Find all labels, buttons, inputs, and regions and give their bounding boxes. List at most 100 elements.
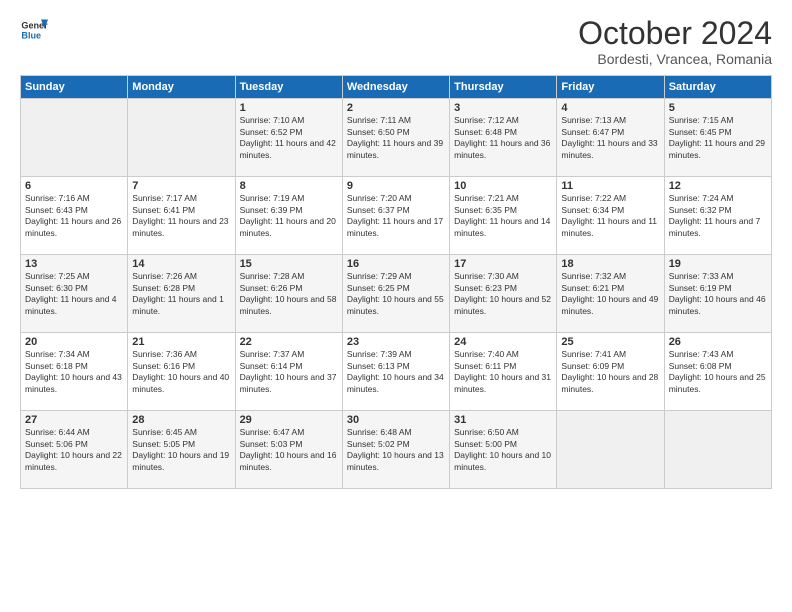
day-number: 21: [132, 336, 230, 348]
logo-icon: General Blue: [20, 16, 48, 44]
dow-header: Tuesday: [235, 76, 342, 99]
calendar-cell: [664, 411, 771, 489]
cell-content: Sunrise: 7:17 AMSunset: 6:41 PMDaylight:…: [132, 193, 230, 239]
cell-content: Sunrise: 7:36 AMSunset: 6:16 PMDaylight:…: [132, 349, 230, 395]
calendar-cell: 17Sunrise: 7:30 AMSunset: 6:23 PMDayligh…: [450, 255, 557, 333]
calendar-cell: 29Sunrise: 6:47 AMSunset: 5:03 PMDayligh…: [235, 411, 342, 489]
calendar-cell: 7Sunrise: 7:17 AMSunset: 6:41 PMDaylight…: [128, 177, 235, 255]
calendar-cell: 13Sunrise: 7:25 AMSunset: 6:30 PMDayligh…: [21, 255, 128, 333]
day-number: 14: [132, 258, 230, 270]
cell-content: Sunrise: 7:15 AMSunset: 6:45 PMDaylight:…: [669, 115, 767, 161]
dow-header: Monday: [128, 76, 235, 99]
cell-content: Sunrise: 6:47 AMSunset: 5:03 PMDaylight:…: [240, 427, 338, 473]
dow-header: Wednesday: [342, 76, 449, 99]
day-number: 29: [240, 414, 338, 426]
day-number: 11: [561, 180, 659, 192]
dow-header: Friday: [557, 76, 664, 99]
cell-content: Sunrise: 7:10 AMSunset: 6:52 PMDaylight:…: [240, 115, 338, 161]
calendar-cell: 20Sunrise: 7:34 AMSunset: 6:18 PMDayligh…: [21, 333, 128, 411]
cell-content: Sunrise: 7:20 AMSunset: 6:37 PMDaylight:…: [347, 193, 445, 239]
location: Bordesti, Vrancea, Romania: [578, 51, 772, 67]
day-number: 31: [454, 414, 552, 426]
day-number: 3: [454, 102, 552, 114]
day-number: 20: [25, 336, 123, 348]
calendar-cell: 23Sunrise: 7:39 AMSunset: 6:13 PMDayligh…: [342, 333, 449, 411]
cell-content: Sunrise: 7:19 AMSunset: 6:39 PMDaylight:…: [240, 193, 338, 239]
cell-content: Sunrise: 7:11 AMSunset: 6:50 PMDaylight:…: [347, 115, 445, 161]
cell-content: Sunrise: 7:25 AMSunset: 6:30 PMDaylight:…: [25, 271, 123, 317]
calendar-cell: 10Sunrise: 7:21 AMSunset: 6:35 PMDayligh…: [450, 177, 557, 255]
logo: General Blue General Blue: [20, 16, 48, 44]
cell-content: Sunrise: 7:21 AMSunset: 6:35 PMDaylight:…: [454, 193, 552, 239]
calendar-cell: 3Sunrise: 7:12 AMSunset: 6:48 PMDaylight…: [450, 99, 557, 177]
page-header: General Blue General Blue October 2024 B…: [20, 16, 772, 67]
calendar-cell: 9Sunrise: 7:20 AMSunset: 6:37 PMDaylight…: [342, 177, 449, 255]
calendar-cell: 30Sunrise: 6:48 AMSunset: 5:02 PMDayligh…: [342, 411, 449, 489]
day-number: 30: [347, 414, 445, 426]
cell-content: Sunrise: 7:12 AMSunset: 6:48 PMDaylight:…: [454, 115, 552, 161]
calendar-cell: 26Sunrise: 7:43 AMSunset: 6:08 PMDayligh…: [664, 333, 771, 411]
calendar-cell: [557, 411, 664, 489]
day-number: 27: [25, 414, 123, 426]
calendar-cell: 11Sunrise: 7:22 AMSunset: 6:34 PMDayligh…: [557, 177, 664, 255]
calendar-cell: 24Sunrise: 7:40 AMSunset: 6:11 PMDayligh…: [450, 333, 557, 411]
cell-content: Sunrise: 7:34 AMSunset: 6:18 PMDaylight:…: [25, 349, 123, 395]
calendar-table: SundayMondayTuesdayWednesdayThursdayFrid…: [20, 75, 772, 489]
cell-content: Sunrise: 7:28 AMSunset: 6:26 PMDaylight:…: [240, 271, 338, 317]
day-number: 26: [669, 336, 767, 348]
calendar-cell: 1Sunrise: 7:10 AMSunset: 6:52 PMDaylight…: [235, 99, 342, 177]
day-number: 7: [132, 180, 230, 192]
day-number: 8: [240, 180, 338, 192]
calendar-cell: 21Sunrise: 7:36 AMSunset: 6:16 PMDayligh…: [128, 333, 235, 411]
calendar-cell: 25Sunrise: 7:41 AMSunset: 6:09 PMDayligh…: [557, 333, 664, 411]
calendar-cell: [128, 99, 235, 177]
cell-content: Sunrise: 7:29 AMSunset: 6:25 PMDaylight:…: [347, 271, 445, 317]
day-number: 5: [669, 102, 767, 114]
calendar-cell: 14Sunrise: 7:26 AMSunset: 6:28 PMDayligh…: [128, 255, 235, 333]
day-number: 6: [25, 180, 123, 192]
calendar-cell: 16Sunrise: 7:29 AMSunset: 6:25 PMDayligh…: [342, 255, 449, 333]
cell-content: Sunrise: 7:33 AMSunset: 6:19 PMDaylight:…: [669, 271, 767, 317]
calendar-cell: 31Sunrise: 6:50 AMSunset: 5:00 PMDayligh…: [450, 411, 557, 489]
day-number: 9: [347, 180, 445, 192]
day-number: 18: [561, 258, 659, 270]
calendar-cell: 6Sunrise: 7:16 AMSunset: 6:43 PMDaylight…: [21, 177, 128, 255]
cell-content: Sunrise: 7:13 AMSunset: 6:47 PMDaylight:…: [561, 115, 659, 161]
day-number: 22: [240, 336, 338, 348]
day-number: 17: [454, 258, 552, 270]
calendar-cell: 2Sunrise: 7:11 AMSunset: 6:50 PMDaylight…: [342, 99, 449, 177]
calendar-cell: 4Sunrise: 7:13 AMSunset: 6:47 PMDaylight…: [557, 99, 664, 177]
cell-content: Sunrise: 7:41 AMSunset: 6:09 PMDaylight:…: [561, 349, 659, 395]
cell-content: Sunrise: 7:26 AMSunset: 6:28 PMDaylight:…: [132, 271, 230, 317]
svg-text:Blue: Blue: [21, 30, 41, 40]
cell-content: Sunrise: 7:37 AMSunset: 6:14 PMDaylight:…: [240, 349, 338, 395]
day-number: 10: [454, 180, 552, 192]
calendar-cell: 5Sunrise: 7:15 AMSunset: 6:45 PMDaylight…: [664, 99, 771, 177]
day-number: 13: [25, 258, 123, 270]
calendar-cell: 15Sunrise: 7:28 AMSunset: 6:26 PMDayligh…: [235, 255, 342, 333]
dow-header: Sunday: [21, 76, 128, 99]
day-number: 4: [561, 102, 659, 114]
month-title: October 2024: [578, 16, 772, 51]
dow-header: Thursday: [450, 76, 557, 99]
cell-content: Sunrise: 7:24 AMSunset: 6:32 PMDaylight:…: [669, 193, 767, 239]
calendar-cell: 8Sunrise: 7:19 AMSunset: 6:39 PMDaylight…: [235, 177, 342, 255]
cell-content: Sunrise: 7:32 AMSunset: 6:21 PMDaylight:…: [561, 271, 659, 317]
calendar-cell: 22Sunrise: 7:37 AMSunset: 6:14 PMDayligh…: [235, 333, 342, 411]
calendar-cell: 19Sunrise: 7:33 AMSunset: 6:19 PMDayligh…: [664, 255, 771, 333]
day-number: 23: [347, 336, 445, 348]
cell-content: Sunrise: 7:30 AMSunset: 6:23 PMDaylight:…: [454, 271, 552, 317]
day-number: 15: [240, 258, 338, 270]
day-number: 2: [347, 102, 445, 114]
cell-content: Sunrise: 7:40 AMSunset: 6:11 PMDaylight:…: [454, 349, 552, 395]
day-number: 12: [669, 180, 767, 192]
day-number: 28: [132, 414, 230, 426]
day-number: 16: [347, 258, 445, 270]
dow-header: Saturday: [664, 76, 771, 99]
cell-content: Sunrise: 6:44 AMSunset: 5:06 PMDaylight:…: [25, 427, 123, 473]
cell-content: Sunrise: 7:43 AMSunset: 6:08 PMDaylight:…: [669, 349, 767, 395]
calendar-cell: 28Sunrise: 6:45 AMSunset: 5:05 PMDayligh…: [128, 411, 235, 489]
calendar-cell: 12Sunrise: 7:24 AMSunset: 6:32 PMDayligh…: [664, 177, 771, 255]
cell-content: Sunrise: 7:16 AMSunset: 6:43 PMDaylight:…: [25, 193, 123, 239]
cell-content: Sunrise: 6:45 AMSunset: 5:05 PMDaylight:…: [132, 427, 230, 473]
